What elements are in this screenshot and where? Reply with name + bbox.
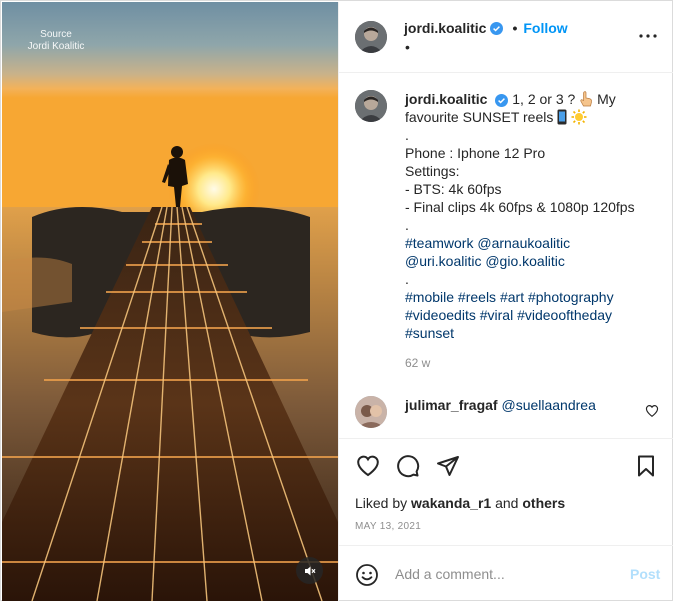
sun-emoji-icon bbox=[571, 109, 587, 125]
share-button[interactable] bbox=[435, 453, 461, 479]
liked-user-link[interactable]: wakanda_r1 bbox=[411, 495, 491, 511]
comment-input[interactable] bbox=[395, 562, 615, 586]
mobile-phone-emoji-icon bbox=[557, 109, 567, 125]
liked-others-link[interactable]: others bbox=[522, 495, 565, 511]
commenter-avatar[interactable] bbox=[355, 396, 387, 428]
bookmark-icon bbox=[638, 455, 654, 477]
caption-text-line: Phone : Iphone 12 Pro bbox=[405, 145, 546, 161]
paper-plane-icon bbox=[437, 456, 459, 476]
caption-author-avatar[interactable] bbox=[355, 90, 387, 122]
caption-text-line: . bbox=[405, 271, 409, 287]
verified-badge-icon bbox=[490, 21, 504, 35]
post-header: jordi.koalitic • Follow • bbox=[339, 2, 673, 73]
liked-prefix: Liked by bbox=[355, 495, 408, 511]
hashtag-link[interactable]: #art bbox=[500, 289, 524, 305]
caption-tags-line: #sunset bbox=[405, 324, 657, 342]
mention-link[interactable]: @arnaukoalitic bbox=[477, 235, 570, 251]
mention-link[interactable]: @suellaandrea bbox=[501, 397, 595, 413]
mention-link[interactable]: @uri.koalitic bbox=[405, 253, 481, 269]
add-comment-bar: Post bbox=[339, 545, 673, 601]
verified-badge-icon bbox=[495, 94, 509, 107]
caption-tail: My bbox=[597, 91, 616, 107]
caption-tags-line: #teamwork @arnaukoalitic bbox=[405, 234, 657, 252]
header-username-row: jordi.koalitic • Follow bbox=[404, 20, 568, 36]
more-options-icon bbox=[639, 34, 657, 38]
source-watermark: Source Jordi Koalitic bbox=[24, 29, 88, 53]
caption-line-2: favourite SUNSET reels bbox=[405, 108, 657, 126]
comments-section[interactable]: jordi.koalitic 1, 2 or 3 ? My favourite … bbox=[339, 74, 673, 438]
hashtag-link[interactable]: #videoedits bbox=[405, 307, 476, 323]
watermark-line-1: Source bbox=[40, 29, 72, 40]
caption-tags-line: #mobile #reels #art #photography bbox=[405, 288, 657, 306]
watermark-line-2: Jordi Koalitic bbox=[27, 41, 85, 52]
caption-reels-text: favourite SUNSET reels bbox=[405, 109, 554, 125]
avatar-image bbox=[355, 21, 387, 53]
follow-button[interactable]: Follow bbox=[523, 20, 567, 36]
more-options-button[interactable] bbox=[636, 24, 660, 48]
sunset-guitar-image bbox=[2, 2, 338, 601]
comment-button[interactable] bbox=[395, 453, 421, 479]
caption-text-line: . bbox=[405, 127, 409, 143]
post-comment-button[interactable]: Post bbox=[630, 566, 660, 582]
like-button[interactable] bbox=[355, 453, 381, 479]
hashtag-link[interactable]: #mobile bbox=[405, 289, 454, 305]
caption-username[interactable]: jordi.koalitic bbox=[405, 91, 487, 107]
caption-timestamp[interactable]: 62 w bbox=[405, 356, 430, 370]
speaker-muted-icon bbox=[304, 566, 315, 575]
header-separator: • bbox=[512, 20, 518, 36]
author-username[interactable]: jordi.koalitic bbox=[404, 20, 486, 36]
author-avatar[interactable] bbox=[355, 21, 387, 53]
pointing-hand-emoji-icon bbox=[580, 91, 593, 107]
caption-tags-line: @uri.koalitic @gio.koalitic bbox=[405, 252, 657, 270]
avatar-image bbox=[355, 90, 387, 122]
caption-text-line: - Final clips 4k 60fps & 1080p 120fps bbox=[405, 199, 635, 215]
hashtag-link[interactable]: #videooftheday bbox=[517, 307, 612, 323]
post-caption: jordi.koalitic 1, 2 or 3 ? My favourite … bbox=[405, 90, 657, 342]
hashtag-link[interactable]: #photography bbox=[528, 289, 614, 305]
commenter-username[interactable]: julimar_fragaf bbox=[405, 397, 498, 413]
hashtag-link[interactable]: #teamwork bbox=[405, 235, 473, 251]
mention-link[interactable]: @gio.koalitic bbox=[485, 253, 565, 269]
caption-text-line: - BTS: 4k 60fps bbox=[405, 181, 502, 197]
post-actions: Liked by wakanda_r1 and others MAY 13, 2… bbox=[339, 438, 673, 545]
hashtag-link[interactable]: #reels bbox=[458, 289, 496, 305]
comment-row: julimar_fragaf @suellaandrea · · · bbox=[339, 392, 673, 438]
avatar-image bbox=[355, 396, 387, 428]
post-date[interactable]: MAY 13, 2021 bbox=[355, 521, 421, 532]
caption-tags-line: #videoedits #viral #videooftheday bbox=[405, 306, 657, 324]
hashtag-link[interactable]: #sunset bbox=[405, 325, 454, 341]
header-location: • bbox=[405, 39, 410, 55]
post-modal: Source Jordi Koalitic jordi.koalitic • F… bbox=[0, 0, 673, 601]
comment-like-icon[interactable] bbox=[645, 404, 659, 418]
heart-icon bbox=[357, 455, 379, 477]
save-button[interactable] bbox=[633, 453, 659, 479]
mute-button[interactable] bbox=[296, 557, 323, 584]
comment-bubble-icon bbox=[397, 455, 420, 478]
liked-and: and bbox=[495, 495, 519, 511]
caption-question: 1, 2 or 3 ? bbox=[512, 91, 576, 107]
liked-by-text: Liked by wakanda_r1 and others bbox=[355, 495, 565, 511]
comment-text: julimar_fragaf @suellaandrea bbox=[405, 396, 596, 414]
caption-text-line: Settings: bbox=[405, 163, 460, 179]
caption-line-1: jordi.koalitic 1, 2 or 3 ? My bbox=[405, 90, 657, 108]
hashtag-link[interactable]: #viral bbox=[480, 307, 513, 323]
post-details-panel: jordi.koalitic • Follow • jordi.koalitic… bbox=[338, 2, 673, 601]
post-video[interactable]: Source Jordi Koalitic bbox=[2, 2, 338, 601]
caption-text-line: . bbox=[405, 217, 409, 233]
emoji-picker-icon[interactable] bbox=[355, 563, 379, 587]
